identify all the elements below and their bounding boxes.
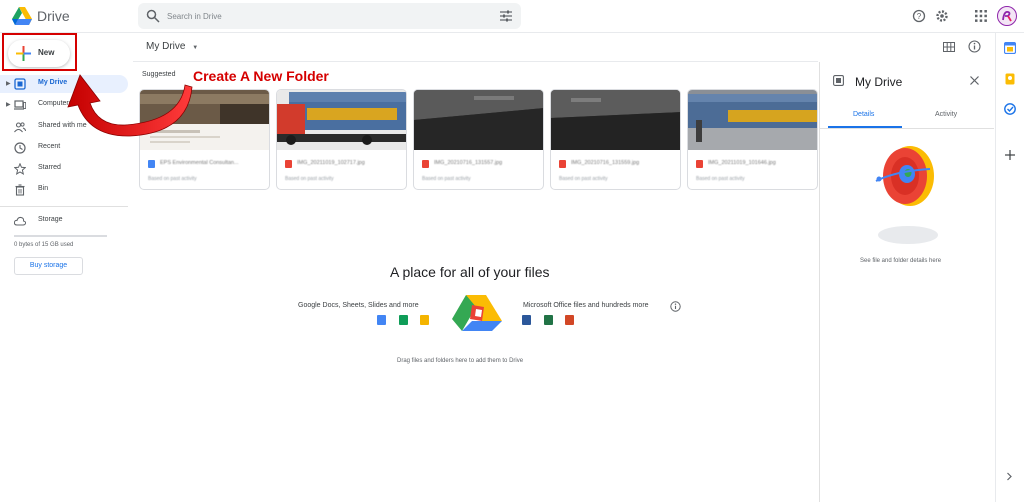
tab-activity[interactable]: Activity (935, 111, 957, 118)
sidebar-item-storage[interactable]: Storage (0, 212, 128, 230)
sidebar-item-bin[interactable]: Bin (0, 181, 128, 199)
storage-used-text: 0 bytes of 15 GB used (14, 242, 74, 248)
file-thumbnail (688, 90, 817, 150)
filter-icon[interactable] (500, 10, 512, 22)
chevron-right-icon[interactable] (1006, 472, 1013, 481)
file-name: IMG_20211019_101646.jpg (708, 160, 776, 166)
file-thumbnail (551, 90, 680, 150)
file-name: EPS Environmental Consultan... (160, 160, 239, 166)
svg-text:?: ? (917, 12, 922, 21)
drive-files-illustration (452, 295, 502, 331)
empty-state-title: A place for all of your files (390, 264, 550, 280)
buy-storage-button[interactable]: Buy storage (14, 257, 83, 275)
expand-caret-icon[interactable]: ▶ (6, 101, 11, 108)
computer-icon (14, 100, 26, 110)
panel-hint: See file and folder details here (860, 258, 942, 264)
drag-drop-hint: Drag files and folders here to add them … (397, 358, 524, 364)
trash-icon (15, 184, 25, 196)
clock-icon (14, 142, 26, 154)
storage-progress-bar (14, 235, 107, 237)
google-sheets-icon (399, 315, 408, 325)
apps-grid-icon[interactable] (974, 9, 988, 23)
keep-icon[interactable] (1004, 73, 1016, 85)
drive-logo-icon[interactable] (12, 7, 32, 25)
google-files-caption: Google Docs, Sheets, Slides and more (298, 302, 419, 309)
calendar-icon[interactable] (1004, 42, 1016, 54)
grid-view-icon[interactable] (943, 42, 955, 52)
side-rail-divider (995, 33, 996, 502)
file-subtitle: Based on past activity (559, 176, 608, 182)
help-icon[interactable]: ? (912, 9, 926, 23)
google-slides-icon (420, 315, 429, 325)
file-subtitle: Based on past activity (422, 176, 471, 182)
file-subtitle: Based on past activity (696, 176, 745, 182)
image-type-icon (422, 160, 429, 168)
settings-icon[interactable] (935, 9, 949, 23)
file-card[interactable]: IMG_20210716_131559.jpg Based on past ac… (550, 89, 681, 190)
powerpoint-icon (565, 315, 574, 325)
info-icon[interactable] (670, 301, 681, 312)
image-type-icon (285, 160, 292, 168)
search-bar[interactable] (138, 3, 521, 29)
office-files-caption: Microsoft Office files and hundreds more (523, 302, 649, 309)
word-icon (522, 315, 531, 325)
tasks-icon[interactable] (1004, 103, 1016, 115)
app-title: Drive (37, 8, 70, 24)
cloud-icon (14, 216, 26, 226)
sidebar-item-label: Storage (38, 216, 63, 223)
file-name: IMG_20211019_102717.jpg (297, 160, 365, 166)
sidebar-item-label: Recent (38, 143, 61, 150)
doc-type-icon (148, 160, 155, 168)
google-docs-icon (377, 315, 386, 325)
header-divider (133, 61, 818, 62)
my-drive-icon (833, 75, 844, 86)
avatar[interactable] (997, 6, 1017, 26)
image-type-icon (559, 160, 566, 168)
file-card[interactable]: IMG_20211019_102717.jpg Based on past ac… (276, 89, 407, 190)
search-input[interactable] (167, 3, 467, 29)
sidebar-item-starred[interactable]: Starred (0, 160, 128, 178)
excel-icon (544, 315, 553, 325)
image-type-icon (696, 160, 703, 168)
file-subtitle: Based on past activity (285, 176, 334, 182)
file-card[interactable]: IMG_20210716_131557.jpg Based on past ac… (413, 89, 544, 190)
file-subtitle: Based on past activity (148, 176, 197, 182)
file-name: IMG_20210716_131557.jpg (434, 160, 503, 166)
tab-details[interactable]: Details (853, 111, 874, 118)
people-icon (14, 122, 26, 133)
breadcrumb[interactable]: My Drive ▼ (146, 41, 198, 52)
add-addon-icon[interactable] (1005, 150, 1015, 160)
my-drive-icon (14, 78, 26, 90)
file-thumbnail (414, 90, 543, 150)
file-thumbnail (277, 90, 406, 150)
sidebar-divider (0, 206, 128, 207)
annotation-label: Create A New Folder (193, 68, 329, 84)
sidebar-item-label: Bin (38, 185, 49, 192)
breadcrumb-label: My Drive (146, 41, 186, 52)
info-icon[interactable] (968, 40, 981, 53)
sidebar-item-label: Starred (38, 164, 61, 171)
search-icon[interactable] (146, 9, 160, 23)
panel-title: My Drive (855, 75, 903, 89)
star-icon (14, 163, 26, 175)
close-icon[interactable] (970, 76, 979, 85)
file-name: IMG_20210716_131559.jpg (571, 160, 640, 166)
tabs-divider (820, 128, 994, 129)
sidebar-item-recent[interactable]: Recent (0, 139, 128, 157)
file-card[interactable]: IMG_20211019_101646.jpg Based on past ac… (687, 89, 818, 190)
details-illustration (875, 146, 938, 244)
expand-caret-icon[interactable]: ▶ (6, 80, 11, 87)
top-bar: Drive ? (0, 0, 1024, 33)
chevron-down-icon: ▼ (192, 45, 199, 51)
active-tab-indicator (828, 126, 902, 128)
